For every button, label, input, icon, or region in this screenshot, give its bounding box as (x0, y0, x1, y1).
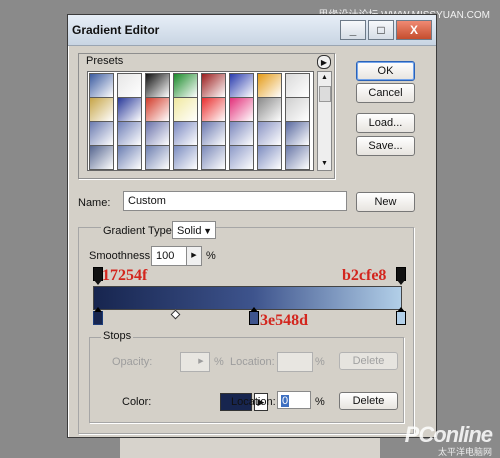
smoothness-input[interactable]: 100 (151, 246, 187, 266)
chevron-down-icon: ▼ (203, 226, 212, 236)
preset-swatch[interactable] (145, 73, 170, 98)
preset-swatch[interactable] (285, 121, 310, 146)
opacity-stop-left[interactable] (93, 267, 103, 285)
presets-menu-icon[interactable]: ▶ (317, 55, 331, 69)
color-location-percent: % (315, 396, 325, 408)
preset-swatch[interactable] (117, 73, 142, 98)
smoothness-percent: % (206, 250, 216, 262)
window-title: Gradient Editor (72, 23, 160, 37)
preset-swatch[interactable] (285, 97, 310, 122)
preset-swatch[interactable] (145, 145, 170, 170)
preset-swatch[interactable] (89, 121, 114, 146)
maximize-button[interactable]: □ (368, 20, 394, 40)
preset-swatch[interactable] (89, 73, 114, 98)
stops-label: Stops (101, 330, 134, 342)
preset-swatch[interactable] (173, 121, 198, 146)
preset-swatch[interactable] (229, 73, 254, 98)
gradient-preview-bar[interactable] (93, 286, 402, 310)
title-bar[interactable]: Gradient Editor _ □ X (68, 15, 436, 46)
preset-swatch[interactable] (229, 145, 254, 170)
color-location-input[interactable]: 0 (277, 391, 311, 409)
color-stop-left[interactable] (93, 307, 103, 325)
preset-swatch[interactable] (201, 97, 226, 122)
gradient-type-value: Solid (177, 225, 202, 237)
smoothness-stepper-icon[interactable]: ▶ (186, 246, 202, 266)
preset-swatch[interactable] (173, 97, 198, 122)
opacity-label: Opacity: (112, 356, 153, 368)
color-stop-middle[interactable] (249, 307, 259, 325)
scroll-thumb[interactable] (319, 86, 331, 102)
opacity-location-label: Location: (230, 356, 275, 368)
opacity-percent: % (214, 356, 224, 368)
presets-label: Presets (84, 55, 126, 67)
gradient-editor-window: Gradient Editor _ □ X Presets ▶ ▲ ▼ OK C… (67, 14, 437, 438)
middle-color-annotation: 3e548d (260, 312, 308, 329)
preset-swatch[interactable] (117, 145, 142, 170)
name-label: Name: (78, 197, 111, 209)
new-button[interactable]: New (356, 192, 415, 212)
preset-swatch[interactable] (229, 97, 254, 122)
opacity-stepper-icon[interactable]: ▶ (193, 352, 210, 372)
preset-swatch[interactable] (145, 97, 170, 122)
presets-scrollbar[interactable]: ▲ ▼ (317, 71, 332, 171)
color-delete-button[interactable]: Delete (339, 392, 398, 410)
preset-swatch[interactable] (257, 73, 282, 98)
opacity-location-percent: % (315, 356, 325, 368)
watermark-sub: 太平洋电脑网 (437, 447, 492, 457)
color-location-value: 0 (281, 395, 290, 407)
preset-swatch[interactable] (173, 73, 198, 98)
presets-swatch-grid[interactable] (87, 71, 314, 171)
left-color-annotation: 17254f (102, 267, 148, 284)
color-stop-right[interactable] (396, 307, 406, 325)
ok-button[interactable]: OK (356, 61, 415, 81)
preset-swatch[interactable] (229, 121, 254, 146)
name-input[interactable]: Custom (123, 191, 347, 211)
preset-swatch[interactable] (257, 97, 282, 122)
smoothness-label: Smoothness: (89, 250, 154, 262)
preset-swatch[interactable] (117, 97, 142, 122)
preset-swatch[interactable] (117, 121, 142, 146)
opacity-delete-button[interactable]: Delete (339, 352, 398, 370)
save-button[interactable]: Save... (356, 136, 415, 156)
preset-swatch[interactable] (285, 145, 310, 170)
right-color-annotation: b2cfe8 (342, 267, 387, 284)
preset-swatch[interactable] (89, 97, 114, 122)
preset-swatch[interactable] (201, 121, 226, 146)
scroll-down-icon[interactable]: ▼ (318, 158, 331, 170)
opacity-stop-right[interactable] (396, 267, 406, 285)
load-button[interactable]: Load... (356, 113, 415, 133)
cancel-button[interactable]: Cancel (356, 83, 415, 103)
preset-swatch[interactable] (145, 121, 170, 146)
color-label: Color: (122, 396, 152, 408)
close-button[interactable]: X (396, 20, 432, 40)
color-location-label: Location: (231, 396, 276, 408)
preset-swatch[interactable] (257, 145, 282, 170)
preset-swatch[interactable] (257, 121, 282, 146)
gradient-type-label: Gradient Type: (101, 225, 177, 237)
preset-swatch[interactable] (173, 145, 198, 170)
preset-swatch[interactable] (201, 145, 226, 170)
opacity-location-input[interactable] (277, 352, 313, 372)
window-controls: _ □ X (340, 20, 432, 40)
preset-swatch[interactable] (89, 145, 114, 170)
gradient-type-select[interactable]: Solid ▼ (172, 221, 216, 239)
preset-swatch[interactable] (285, 73, 310, 98)
preset-swatch[interactable] (201, 73, 226, 98)
scroll-up-icon[interactable]: ▲ (318, 72, 331, 84)
minimize-button[interactable]: _ (340, 20, 366, 40)
